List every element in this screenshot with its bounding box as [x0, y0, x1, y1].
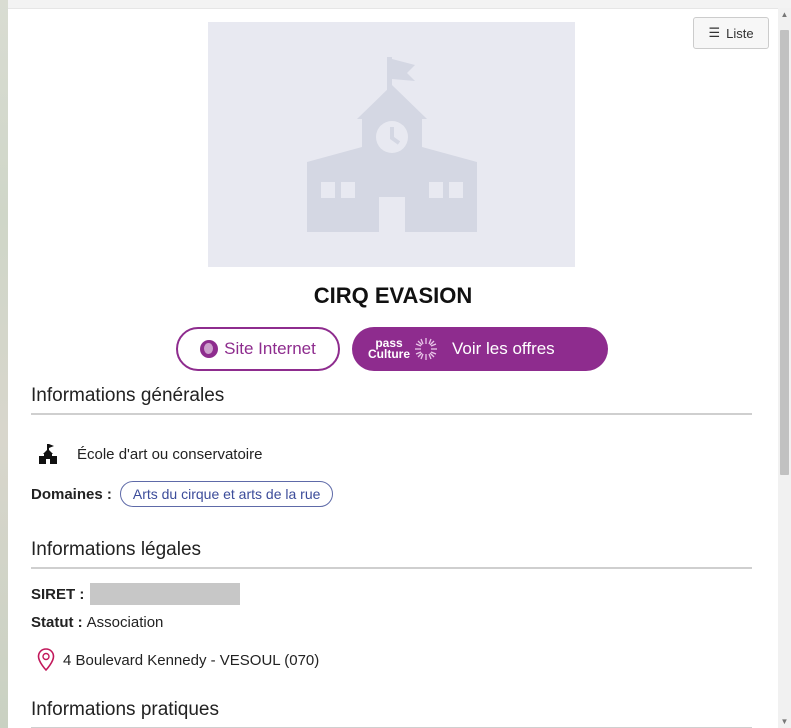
scrollbar-thumb[interactable] [780, 30, 789, 475]
vertical-scrollbar[interactable]: ▲ ▼ [778, 8, 791, 728]
scroll-up-arrow-icon[interactable]: ▲ [780, 10, 789, 19]
domains-label: Domaines : [31, 485, 112, 503]
venue-image-placeholder [208, 22, 575, 267]
siret-row: SIRET : [31, 583, 241, 605]
section-heading-legal: Informations légales [31, 539, 752, 569]
domains-row: Domaines : Arts du cirque et arts de la … [31, 481, 334, 507]
school-category-icon [39, 444, 57, 464]
address-row: 4 Boulevard Kennedy - VESOUL (070) [31, 648, 319, 672]
address-text: 4 Boulevard Kennedy - VESOUL (070) [63, 651, 320, 669]
venue-detail-panel: ☰ Liste CIRQ EVASION Site Internet pass … [8, 8, 778, 728]
statut-label: Statut : [31, 614, 83, 631]
map-background-strip [0, 0, 8, 728]
window-top-edge [0, 0, 791, 8]
siret-label: SIRET : [31, 585, 85, 603]
venue-title: CIRQ EVASION [313, 283, 473, 308]
list-view-button[interactable]: ☰ Liste [693, 17, 769, 49]
map-pin-icon [37, 648, 55, 672]
category-row: École d'art ou conservatoire [31, 443, 262, 465]
school-building-icon [306, 57, 477, 232]
domain-chip[interactable]: Arts du cirque et arts de la rue [119, 481, 334, 507]
statut-value: Association [86, 614, 164, 631]
siret-redacted-value [90, 583, 241, 605]
category-label: École d'art ou conservatoire [77, 445, 263, 463]
view-offers-label: Voir les offres [452, 339, 555, 358]
section-heading-general: Informations générales [31, 385, 752, 415]
view-offers-button[interactable]: pass Culture Voir les offres [352, 327, 608, 371]
scroll-down-arrow-icon[interactable]: ▼ [780, 717, 789, 726]
list-icon: ☰ [708, 25, 721, 40]
pass-culture-logo: pass Culture [368, 336, 410, 361]
section-heading-practical: Informations pratiques [31, 699, 752, 728]
website-button-label: Site Internet [224, 339, 316, 358]
list-view-label: Liste [726, 25, 754, 41]
website-button[interactable]: Site Internet [176, 327, 340, 371]
sunburst-icon [415, 338, 437, 360]
statut-row: Statut : Association [31, 614, 163, 631]
globe-icon [200, 340, 219, 358]
